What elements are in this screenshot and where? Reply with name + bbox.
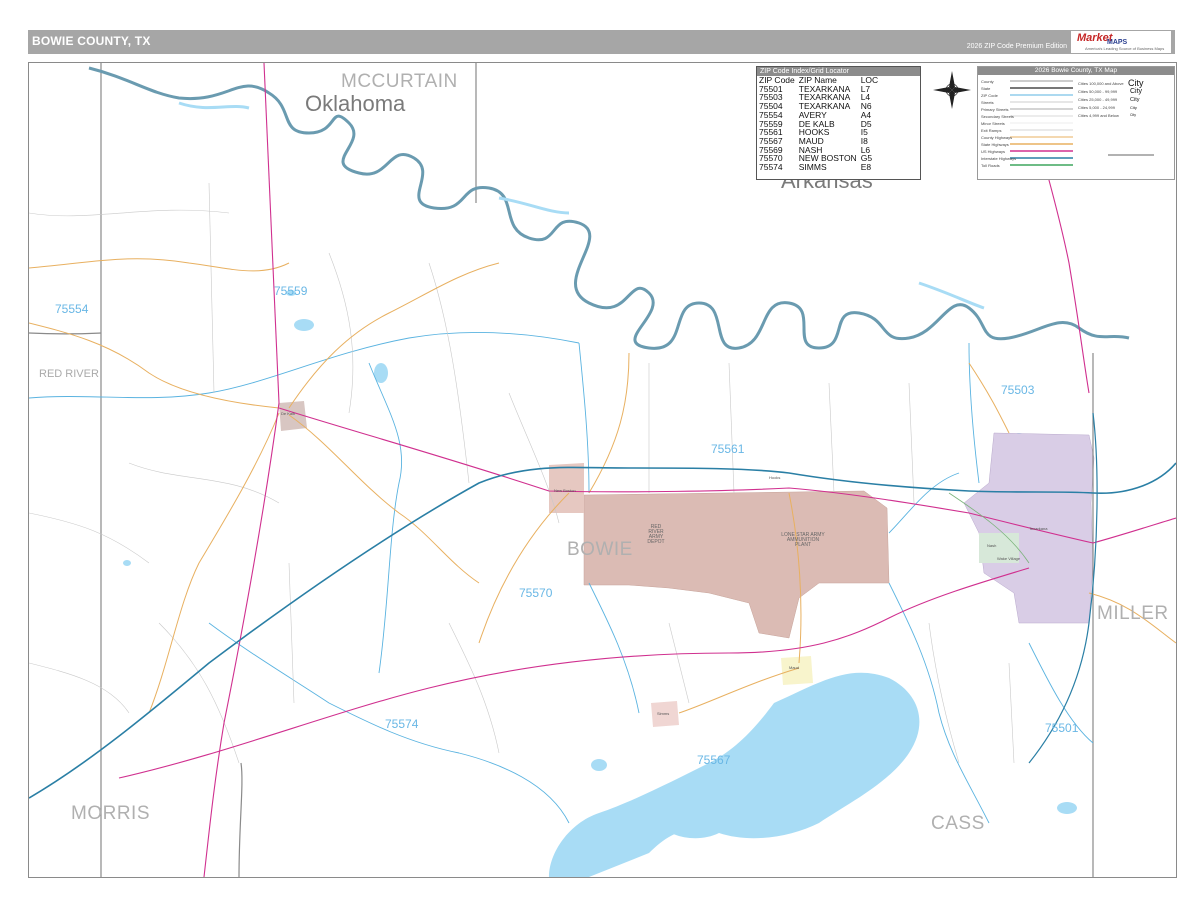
label-red-river-army-depot: RED RIVER ARMY DEPOT [647, 524, 665, 545]
legend-item: Minor Streets [981, 121, 1005, 126]
place-label-new-boston: New Boston [554, 488, 576, 493]
map-canvas[interactable]: MCCURTAIN Oklahoma Arkansas RED RIVER BO… [28, 62, 1177, 878]
logo-maps-text: MAPS [1107, 39, 1128, 46]
zip-label-75559: 75559 [274, 284, 308, 298]
legend-item: US Highways [981, 149, 1006, 154]
zip-code-index-table: ZIP Code Index/Grid Locator ZIP Code ZIP… [756, 66, 921, 180]
compass-rose-icon [933, 71, 971, 109]
legend-city-sample-small: City [1130, 97, 1140, 103]
label-lone-star-ammunition-plant: LONE STAR ARMY AMMUNITION PLANT [781, 532, 825, 548]
legend-city-size: Cities 25,000 - 49,999 [1078, 97, 1118, 102]
map-title: BOWIE COUNTY, TX [32, 34, 151, 48]
zip-label-75561: 75561 [711, 442, 745, 456]
red-river-oxbow-3 [918, 281, 985, 310]
place-label-simms: Simms [657, 711, 670, 716]
legend-swatches [1010, 80, 1154, 166]
red-river [88, 66, 1130, 350]
map-graphics [29, 63, 1176, 877]
zip-label-75574: 75574 [385, 717, 419, 731]
place-label-hooks: Hooks [769, 475, 781, 480]
loc-cell: E8 [860, 162, 872, 173]
map-header-bar: BOWIE COUNTY, TX 2026 ZIP Code Premium E… [28, 30, 1175, 54]
legend-item: State [981, 86, 991, 91]
logo-tagline: America's Leading Source of Business Map… [1085, 46, 1165, 51]
county-label-morris: MORRIS [71, 803, 150, 824]
legend-item: State Highways [981, 142, 1009, 147]
legend-city-sample-large: City [1128, 78, 1144, 88]
state-label-oklahoma: Oklahoma [305, 91, 406, 116]
urban-area-de-kalb [279, 401, 307, 431]
zip-label-75554: 75554 [55, 302, 89, 316]
legend-city-sample-smaller: City [1130, 105, 1137, 110]
zip-code-boundaries [29, 332, 1094, 824]
legend-city-sample-medium: City [1130, 88, 1143, 95]
red-river-oxbow-1 [178, 101, 250, 110]
place-label-maud: Maud [789, 665, 800, 670]
zip-label-75567: 75567 [697, 753, 731, 767]
place-label-de-kalb: De Kalb [281, 411, 296, 416]
market-maps-logo: Market MAPS America's Leading Source of … [1071, 31, 1171, 53]
county-label-mccurtain: MCCURTAIN [341, 71, 458, 92]
place-label-texarkana: Texarkana [1029, 526, 1048, 531]
legend-item: Toll Roads [981, 163, 1000, 168]
urban-area-maud [781, 656, 813, 685]
legend-item: Primary Streets [981, 107, 1009, 112]
place-label-nash: Nash [987, 543, 997, 548]
table-row: 75574 SIMMS E8 [759, 163, 882, 172]
legend-item: County [981, 79, 994, 84]
zip-label-75501: 75501 [1045, 721, 1079, 735]
legend-header: 2026 Bowie County, TX Map [978, 67, 1174, 75]
legend-item: Secondary Streets [981, 114, 1014, 119]
army-depot-area [583, 490, 890, 639]
legend-item: County Highways [981, 135, 1013, 140]
edition-label: 2026 ZIP Code Premium Edition [966, 43, 1067, 50]
legend-item: Streets [981, 100, 994, 105]
county-label-cass: CASS [931, 813, 985, 834]
legend-city-sample-smallest: City [1130, 113, 1137, 117]
legend-city-size: Cities 4,999 and Below [1078, 113, 1119, 118]
legend-city-size: Cities 5,000 - 24,999 [1078, 105, 1115, 110]
zip-name-cell: SIMMS [798, 162, 827, 173]
county-label-red-river: RED RIVER [39, 368, 99, 380]
zip-cell: 75574 [759, 162, 783, 173]
county-label-bowie: BOWIE [567, 539, 633, 560]
legend-city-size: Cities 100,000 and Above [1078, 81, 1124, 86]
legend-item: Interstate Highways [981, 156, 1017, 161]
county-label-miller: MILLER [1097, 603, 1169, 624]
place-label-wake-village: Wake Village [997, 556, 1021, 561]
legend-city-size: Cities 50,000 - 99,999 [1078, 89, 1118, 94]
legend-item: Exit Ramps [981, 128, 1002, 133]
zip-label-75503: 75503 [1001, 383, 1035, 397]
map-legend: 2026 Bowie County, TX Map County State Z… [977, 66, 1175, 180]
zip-index-grid: ZIP Code ZIP Name LOC 75501 TEXARKANA L7 7… [759, 76, 882, 172]
zip-label-75570: 75570 [519, 586, 553, 600]
legend-item: ZIP Code [981, 93, 998, 98]
